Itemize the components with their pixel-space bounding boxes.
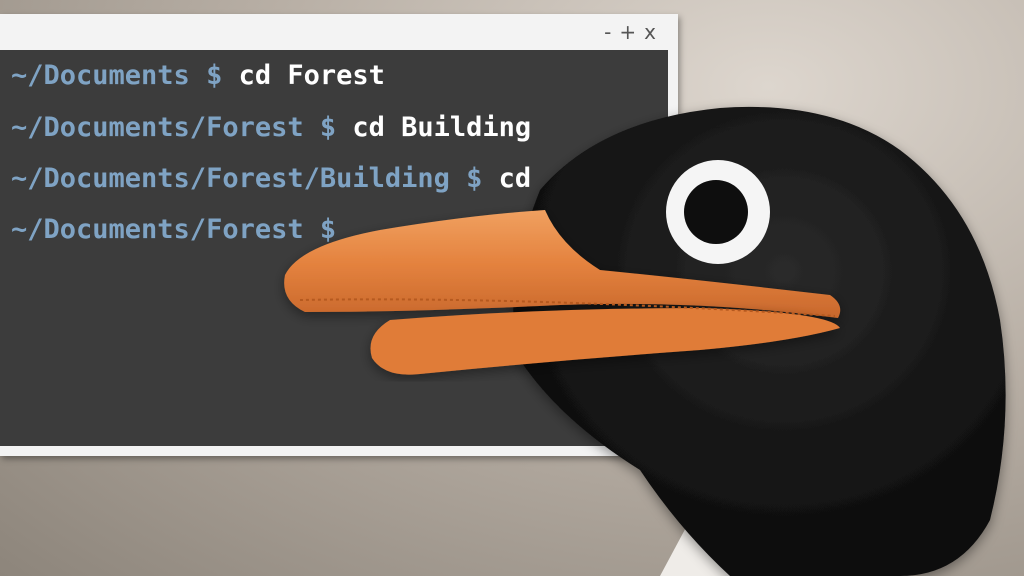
penguin-pupil (684, 180, 748, 244)
penguin-illustration (284, 106, 1006, 576)
